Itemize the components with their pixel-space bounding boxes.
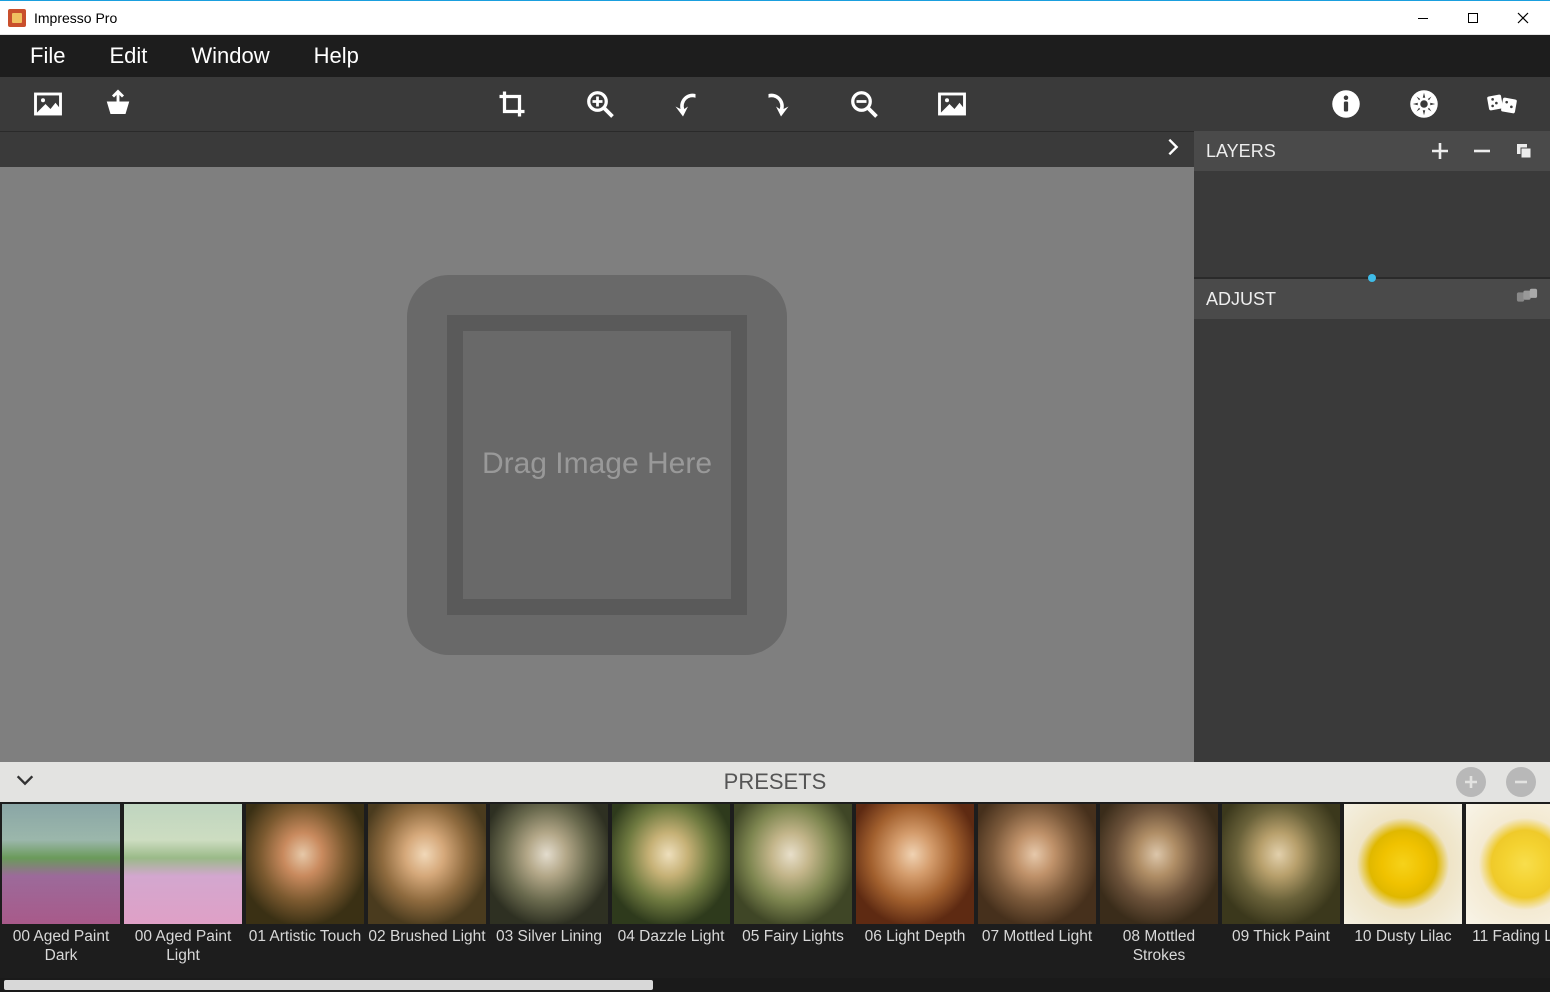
fit-screen-button[interactable] (926, 84, 978, 124)
presets-header: PRESETS (0, 762, 1550, 802)
preset-label: 00 Aged Paint Light (122, 928, 244, 965)
dropzone-text: Drag Image Here (482, 444, 712, 485)
window-title: Impresso Pro (34, 10, 117, 26)
preset-item[interactable]: 04 Dazzle Light (610, 804, 732, 978)
preset-thumb (978, 804, 1096, 924)
preset-item[interactable]: 00 Aged Paint Light (122, 804, 244, 978)
presets-title: PRESETS (724, 769, 827, 795)
dropzone-frame: Drag Image Here (407, 275, 787, 655)
preset-item[interactable]: 02 Brushed Light (366, 804, 488, 978)
scrollbar-thumb[interactable] (4, 980, 653, 990)
open-image-button[interactable] (22, 84, 74, 124)
preset-thumb (1344, 804, 1462, 924)
preset-thumb (124, 804, 242, 924)
preset-thumb (1466, 804, 1550, 924)
preset-item[interactable]: 03 Silver Lining (488, 804, 610, 978)
remove-layer-button[interactable] (1468, 137, 1496, 165)
window-close-button[interactable] (1498, 2, 1548, 34)
preset-label: 01 Artistic Touch (247, 928, 364, 947)
redo-button[interactable] (750, 84, 802, 124)
crop-button[interactable] (486, 84, 538, 124)
canvas-dropzone[interactable]: Drag Image Here (0, 167, 1194, 762)
preset-label: 06 Light Depth (863, 928, 968, 947)
info-button[interactable] (1320, 84, 1372, 124)
adjust-panel-title: ADJUST (1206, 289, 1276, 310)
preset-item[interactable]: 09 Thick Paint (1220, 804, 1342, 978)
layers-panel-header: LAYERS (1194, 131, 1550, 171)
save-image-button[interactable] (92, 84, 144, 124)
preset-item[interactable]: 11 Fading Light (1464, 804, 1550, 978)
presets-collapse-button[interactable] (14, 769, 36, 796)
duplicate-layer-button[interactable] (1510, 137, 1538, 165)
adjust-body (1194, 319, 1550, 762)
preset-thumb (1222, 804, 1340, 924)
preset-item[interactable]: 10 Dusty Lilac (1342, 804, 1464, 978)
slider-handle-icon (1368, 274, 1376, 282)
dropzone-inner: Drag Image Here (447, 315, 747, 615)
layers-body (1194, 171, 1550, 277)
preset-label: 04 Dazzle Light (616, 928, 727, 947)
preset-thumb (856, 804, 974, 924)
preset-label: 05 Fairy Lights (740, 928, 846, 947)
preset-remove-button[interactable] (1506, 767, 1536, 797)
adjust-swatches-icon[interactable] (1516, 286, 1538, 313)
preset-item[interactable]: 05 Fairy Lights (732, 804, 854, 978)
layers-panel-title: LAYERS (1206, 141, 1276, 162)
preset-item[interactable]: 07 Mottled Light (976, 804, 1098, 978)
collapse-rightpanel-button[interactable] (1158, 132, 1188, 167)
preset-item[interactable]: 06 Light Depth (854, 804, 976, 978)
zoom-out-button[interactable] (838, 84, 890, 124)
window-maximize-button[interactable] (1448, 2, 1498, 34)
preset-thumb (1100, 804, 1218, 924)
preset-label: 02 Brushed Light (366, 928, 487, 947)
preset-thumb (734, 804, 852, 924)
add-layer-button[interactable] (1426, 137, 1454, 165)
preset-thumb (2, 804, 120, 924)
preset-item[interactable]: 00 Aged Paint Dark (0, 804, 122, 978)
preset-thumb (490, 804, 608, 924)
preset-thumb (612, 804, 730, 924)
adjust-panel-header: ADJUST (1194, 279, 1550, 319)
preset-label: 00 Aged Paint Dark (0, 928, 122, 965)
preset-label: 03 Silver Lining (494, 928, 604, 947)
toolbar (0, 77, 1550, 131)
menu-window[interactable]: Window (169, 43, 291, 69)
app-icon (8, 9, 26, 27)
presets-strip[interactable]: 00 Aged Paint Dark00 Aged Paint Light01 … (0, 802, 1550, 978)
preset-item[interactable]: 01 Artistic Touch (244, 804, 366, 978)
menu-edit[interactable]: Edit (87, 43, 169, 69)
preset-thumb (368, 804, 486, 924)
zoom-in-button[interactable] (574, 84, 626, 124)
right-panel: LAYERS ADJUST (1194, 131, 1550, 762)
menubar: File Edit Window Help (0, 35, 1550, 77)
menu-help[interactable]: Help (292, 43, 381, 69)
canvas-panel: Drag Image Here (0, 131, 1194, 762)
dice-button[interactable] (1476, 84, 1528, 124)
window-minimize-button[interactable] (1398, 2, 1448, 34)
presets-scrollbar[interactable] (0, 978, 1550, 992)
settings-button[interactable] (1398, 84, 1450, 124)
preset-thumb (246, 804, 364, 924)
preset-add-button[interactable] (1456, 767, 1486, 797)
preset-label: 07 Mottled Light (980, 928, 1094, 947)
layers-split-slider[interactable] (1194, 277, 1550, 279)
window-titlebar: Impresso Pro (0, 1, 1550, 35)
preset-label: 09 Thick Paint (1230, 928, 1332, 947)
preset-label: 10 Dusty Lilac (1352, 928, 1453, 947)
preset-label: 11 Fading Light (1470, 928, 1550, 947)
preset-label: 08 Mottled Strokes (1098, 928, 1220, 965)
menu-file[interactable]: File (8, 43, 87, 69)
preset-item[interactable]: 08 Mottled Strokes (1098, 804, 1220, 978)
undo-button[interactable] (662, 84, 714, 124)
